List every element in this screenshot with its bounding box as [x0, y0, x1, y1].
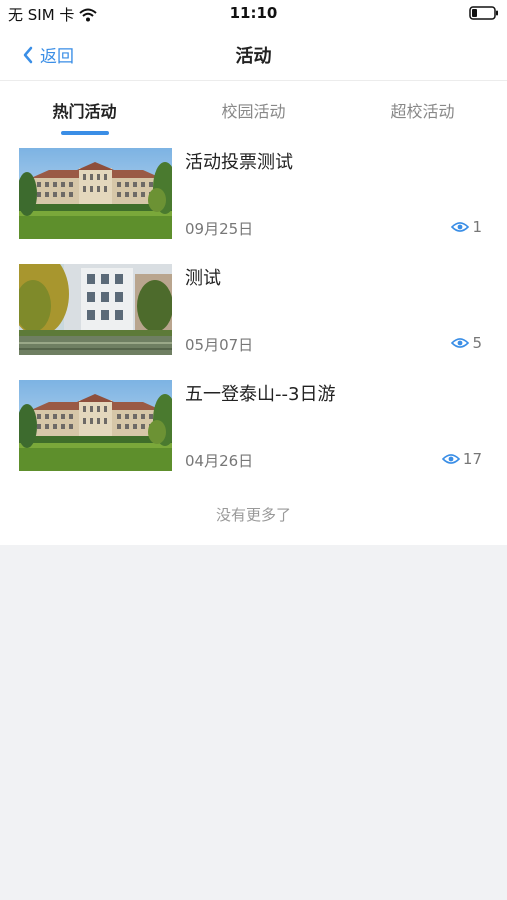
view-count: 17: [441, 450, 482, 468]
activity-date: 05月07日: [185, 336, 254, 354]
activity-title: 测试: [185, 268, 221, 289]
activity-date: 04月26日: [185, 452, 254, 470]
activity-title: 活动投票测试: [185, 152, 293, 173]
tab-hot-activities[interactable]: 热门活动: [0, 82, 169, 138]
status-bar: 无 SIM 卡 11:10: [0, 0, 507, 28]
activity-title: 五一登泰山--3日游: [185, 384, 336, 405]
tab-label: 超校活动: [390, 102, 455, 121]
activity-list: 活动投票测试 09月25日 1 测试 05月07日 5 五一登泰山--3日游 0…: [0, 140, 507, 488]
eye-icon: [451, 338, 470, 348]
active-tab-indicator: [60, 131, 109, 135]
view-count-value: 1: [472, 218, 482, 236]
eye-icon: [451, 222, 470, 232]
activity-item[interactable]: 测试 05月07日 5: [0, 256, 507, 372]
tab-campus-activities[interactable]: 校园活动: [169, 82, 338, 138]
battery-icon: [469, 6, 498, 20]
view-count-value: 17: [462, 450, 482, 468]
tab-bar: 热门活动 校园活动 超校活动: [0, 82, 507, 138]
lakeside-building-photo: [19, 264, 172, 355]
campus-building-photo: [19, 380, 172, 471]
view-count-value: 5: [472, 334, 482, 352]
activity-item[interactable]: 活动投票测试 09月25日 1: [0, 140, 507, 256]
view-count: 1: [451, 218, 482, 236]
no-more-indicator: 没有更多了: [215, 506, 291, 524]
tab-label: 热门活动: [52, 102, 117, 121]
tab-inter-school-activities[interactable]: 超校活动: [338, 82, 507, 138]
activity-item[interactable]: 五一登泰山--3日游 04月26日 17: [0, 372, 507, 488]
page-title: 活动: [235, 46, 272, 67]
view-count: 5: [451, 334, 482, 352]
eye-icon: [441, 454, 460, 464]
campus-building-photo: [19, 148, 172, 239]
navigation-bar: 返回 活动: [0, 28, 507, 81]
tab-label: 校园活动: [221, 102, 286, 121]
status-time: 11:10: [229, 4, 278, 22]
activity-date: 09月25日: [185, 220, 254, 238]
